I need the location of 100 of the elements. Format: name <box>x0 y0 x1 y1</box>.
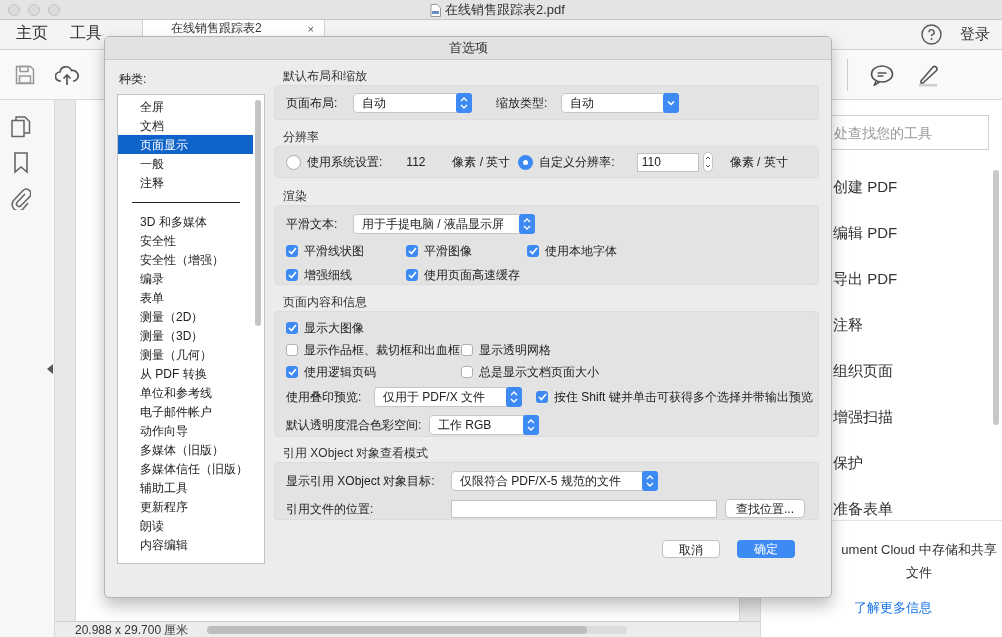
resolution-field[interactable]: 110 <box>636 152 699 172</box>
category-item[interactable]: 电子邮件帐户 <box>118 402 253 421</box>
page-size-text: 20.988 x 29.700 厘米 <box>75 621 190 637</box>
dialog-title: 首选项 <box>448 39 488 58</box>
dropdown[interactable]: 工作 RGB <box>429 415 539 435</box>
checkbox[interactable]: 使用页面高速缓存 <box>406 266 527 284</box>
category-item[interactable]: 文档 <box>118 116 253 135</box>
chevron-icon <box>456 92 472 113</box>
category-item[interactable]: 从 PDF 转换 <box>118 364 253 383</box>
login-link[interactable]: 登录 <box>960 23 990 46</box>
vertical-scrollbar[interactable] <box>993 170 999 425</box>
checkmark-icon <box>407 247 417 255</box>
category-item[interactable]: 辅助工具 <box>118 478 253 497</box>
field-label: 显示引用 XObject 对象目标: <box>286 472 436 490</box>
dropdown[interactable]: 仅用于 PDF/X 文件 <box>374 387 522 407</box>
field-label: 引用文件的位置: <box>286 500 375 518</box>
checkmark-icon <box>528 247 538 255</box>
tab-label: 在线销售跟踪表2 <box>171 21 263 35</box>
category-item[interactable]: 编录 <box>118 269 253 288</box>
category-item[interactable]: 安全性（增强） <box>118 250 253 269</box>
checkmark-icon <box>407 271 417 279</box>
field-label: 平滑文本: <box>286 216 339 233</box>
learn-more-link[interactable]: 了解更多信息 <box>854 598 932 618</box>
category-item[interactable]: 测量（2D） <box>118 307 253 326</box>
cloud-storage-text: ument Cloud 中存储和共享文件 <box>840 541 998 582</box>
section-heading: 引用 XObject 对象查看模式 <box>282 446 430 462</box>
category-item[interactable]: 朗读 <box>118 516 253 535</box>
section-heading: 分辨率 <box>282 130 320 146</box>
close-tab-button[interactable]: × <box>307 21 314 38</box>
dropdown[interactable]: 自动 <box>561 92 679 113</box>
chevron-icon <box>663 92 679 113</box>
horizontal-scrollbar[interactable] <box>207 625 627 634</box>
dropdown[interactable]: 用于手提电脑 / 液晶显示屏 <box>353 214 535 234</box>
collapse-arrow-icon[interactable] <box>47 364 53 374</box>
category-item[interactable]: 动作向导 <box>118 421 253 440</box>
category-item[interactable]: 表单 <box>118 288 253 307</box>
resolution-value: 112 <box>406 154 427 171</box>
dialog-button[interactable]: 取消 <box>662 540 720 558</box>
checkbox[interactable]: 平滑线状图 <box>286 242 406 260</box>
comment-icon[interactable] <box>870 63 894 86</box>
checkbox[interactable]: 显示透明网格 <box>461 341 551 359</box>
field-label: 页面布局: <box>286 94 339 112</box>
category-item[interactable]: 测量（3D） <box>118 326 253 345</box>
checkbox[interactable]: 显示大图像 <box>286 319 461 337</box>
help-icon[interactable] <box>921 24 942 45</box>
section-heading: 页面内容和信息 <box>282 295 368 311</box>
category-label: 种类: <box>118 71 148 88</box>
dropdown[interactable]: 自动 <box>353 92 472 113</box>
checkbox[interactable]: 显示作品框、裁切框和出血框 <box>286 341 461 359</box>
category-item[interactable]: 全屏 <box>118 97 253 116</box>
checkmark-icon <box>537 393 547 401</box>
field-label: 使用叠印预览: <box>286 389 363 406</box>
nav-tab[interactable]: 主页 <box>16 21 48 45</box>
dropdown[interactable]: 仅限符合 PDF/X-5 规范的文件 <box>451 470 658 491</box>
field-label: 默认透明度混合色彩空间: <box>286 417 423 434</box>
save-icon[interactable] <box>15 64 35 85</box>
vertical-scrollbar[interactable] <box>255 100 261 326</box>
chevron-icon <box>519 214 535 234</box>
category-item[interactable]: 单位和参考线 <box>118 383 253 402</box>
checkmark-icon <box>287 271 297 279</box>
checkmark-icon <box>287 368 297 376</box>
checkbox[interactable]: 按住 Shift 键并单击可获得多个选择并带输出预览 <box>536 388 813 406</box>
nav-tab[interactable]: 工具 <box>70 21 102 45</box>
checkbox[interactable]: 使用逻辑页码 <box>286 363 461 381</box>
checkbox[interactable]: 使用本地字体 <box>527 242 667 260</box>
pdf-file-icon <box>430 3 441 17</box>
checkmark-icon <box>287 324 297 332</box>
category-item[interactable]: 多媒体（旧版） <box>118 440 253 459</box>
file-location-field[interactable] <box>451 499 717 518</box>
checkmark-icon <box>287 247 297 255</box>
field-label: 缩放类型: <box>496 94 549 112</box>
bookmark-icon[interactable] <box>12 152 29 174</box>
paperclip-icon[interactable] <box>10 188 31 210</box>
window-title: 在线销售跟踪表2.pdf <box>445 1 565 20</box>
radio-button[interactable]: 使用系统设置: <box>286 153 383 171</box>
stepper-icon[interactable] <box>702 152 713 172</box>
category-list[interactable]: 全屏 文档 页面显示 一般 注释 3D 和多媒体 安全性 安全性（增强） 编录 表单 测量（2D） 测量（3D） 测量（几何） 从 PDF 转换 单位和参考线 电子邮件帐户 动作向导 多媒体（旧版） 多媒体信任（旧版） 辅助工具 更新程序 朗读 内容编辑 <box>117 94 265 564</box>
category-item[interactable]: 页面显示 <box>118 135 253 154</box>
checkbox[interactable]: 平滑图像 <box>406 242 527 260</box>
chevron-icon <box>642 470 658 491</box>
category-item[interactable]: 注释 <box>118 173 253 192</box>
find-location-button[interactable]: 查找位置... <box>725 499 805 518</box>
checkbox[interactable]: 总是显示文档页面大小 <box>461 363 599 381</box>
category-item[interactable]: 内容编辑 <box>118 535 253 554</box>
category-item[interactable]: 一般 <box>118 154 253 173</box>
radio-button[interactable]: 自定义分辨率: <box>518 153 615 171</box>
category-item[interactable]: 安全性 <box>118 231 253 250</box>
category-item[interactable]: 更新程序 <box>118 497 253 516</box>
chevron-icon <box>523 415 539 435</box>
category-item[interactable]: 测量（几何） <box>118 345 253 364</box>
category-item[interactable]: 3D 和多媒体 <box>118 212 253 231</box>
unit-label: 像素 / 英寸 <box>452 154 512 171</box>
cloud-upload-icon[interactable] <box>55 63 79 86</box>
category-item[interactable]: 多媒体信任（旧版） <box>118 459 253 478</box>
section-heading: 默认布局和缩放 <box>282 69 368 85</box>
checkbox[interactable]: 增强细线 <box>286 266 406 284</box>
pages-icon[interactable] <box>10 116 31 138</box>
chevron-icon <box>506 387 522 407</box>
section-heading: 渲染 <box>282 189 308 205</box>
unit-label: 像素 / 英寸 <box>729 154 788 171</box>
